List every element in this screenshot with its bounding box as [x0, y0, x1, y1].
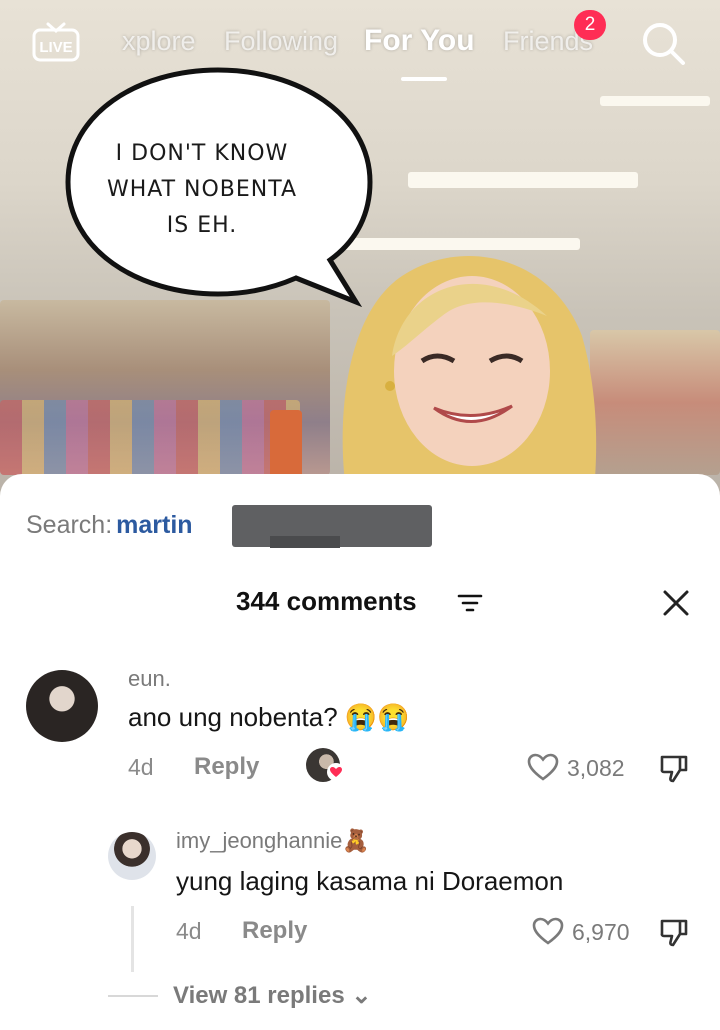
- like-count: 3,082: [567, 755, 625, 781]
- tab-explore[interactable]: xplore: [122, 26, 196, 57]
- ceiling-light: [408, 172, 638, 188]
- avatar[interactable]: [108, 832, 156, 880]
- like-count: 6,970: [572, 919, 630, 945]
- search-icon[interactable]: [640, 20, 686, 66]
- ceiling-light: [600, 96, 710, 106]
- close-icon[interactable]: [662, 589, 690, 617]
- sort-filter-icon[interactable]: [457, 592, 483, 614]
- comment-time: 4d: [128, 754, 154, 780]
- comment-time: 4d: [176, 918, 202, 944]
- live-icon[interactable]: LIVE: [32, 20, 80, 62]
- comments-sheet: [0, 474, 720, 1030]
- comments-count-title: 344 comments: [236, 586, 417, 616]
- dislike-icon[interactable]: [658, 752, 690, 784]
- live-label: LIVE: [39, 39, 72, 56]
- search-suggestion[interactable]: Search: martin: [26, 511, 193, 540]
- thread-line: [131, 906, 134, 972]
- search-term[interactable]: martin: [116, 511, 192, 539]
- search-label: Search:: [26, 511, 113, 539]
- top-nav: LIVE xplore Following For You Friends 2: [0, 0, 720, 90]
- reply-button[interactable]: Reply: [194, 753, 259, 781]
- comment-username[interactable]: eun.: [128, 666, 171, 692]
- view-replies-divider: [108, 995, 158, 997]
- like-heart-icon[interactable]: [531, 916, 565, 946]
- shelf-products: [0, 400, 300, 475]
- tab-for-you[interactable]: For You: [364, 24, 475, 58]
- comment-username[interactable]: imy_jeonghannie🧸: [176, 828, 370, 854]
- comment-text: ano ung nobenta? 😭😭: [128, 702, 410, 732]
- like-heart-icon[interactable]: [526, 752, 560, 782]
- view-replies-button[interactable]: View 81 replies ⌄: [173, 981, 371, 1010]
- comment-text: yung laging kasama ni Doraemon: [176, 866, 564, 896]
- avatar[interactable]: [26, 670, 98, 742]
- creator-heart-icon: [327, 763, 345, 781]
- redaction-block: [270, 536, 340, 548]
- tab-following[interactable]: Following: [224, 26, 338, 57]
- active-tab-indicator: [401, 77, 447, 81]
- reply-button[interactable]: Reply: [242, 917, 307, 945]
- shelf-sign: [270, 410, 302, 480]
- store-shelf: [590, 330, 720, 475]
- dislike-icon[interactable]: [658, 916, 690, 948]
- speech-bubble-text: I DON'T KNOW WHAT NOBENTA IS EH.: [106, 141, 298, 238]
- friends-badge: 2: [574, 10, 606, 40]
